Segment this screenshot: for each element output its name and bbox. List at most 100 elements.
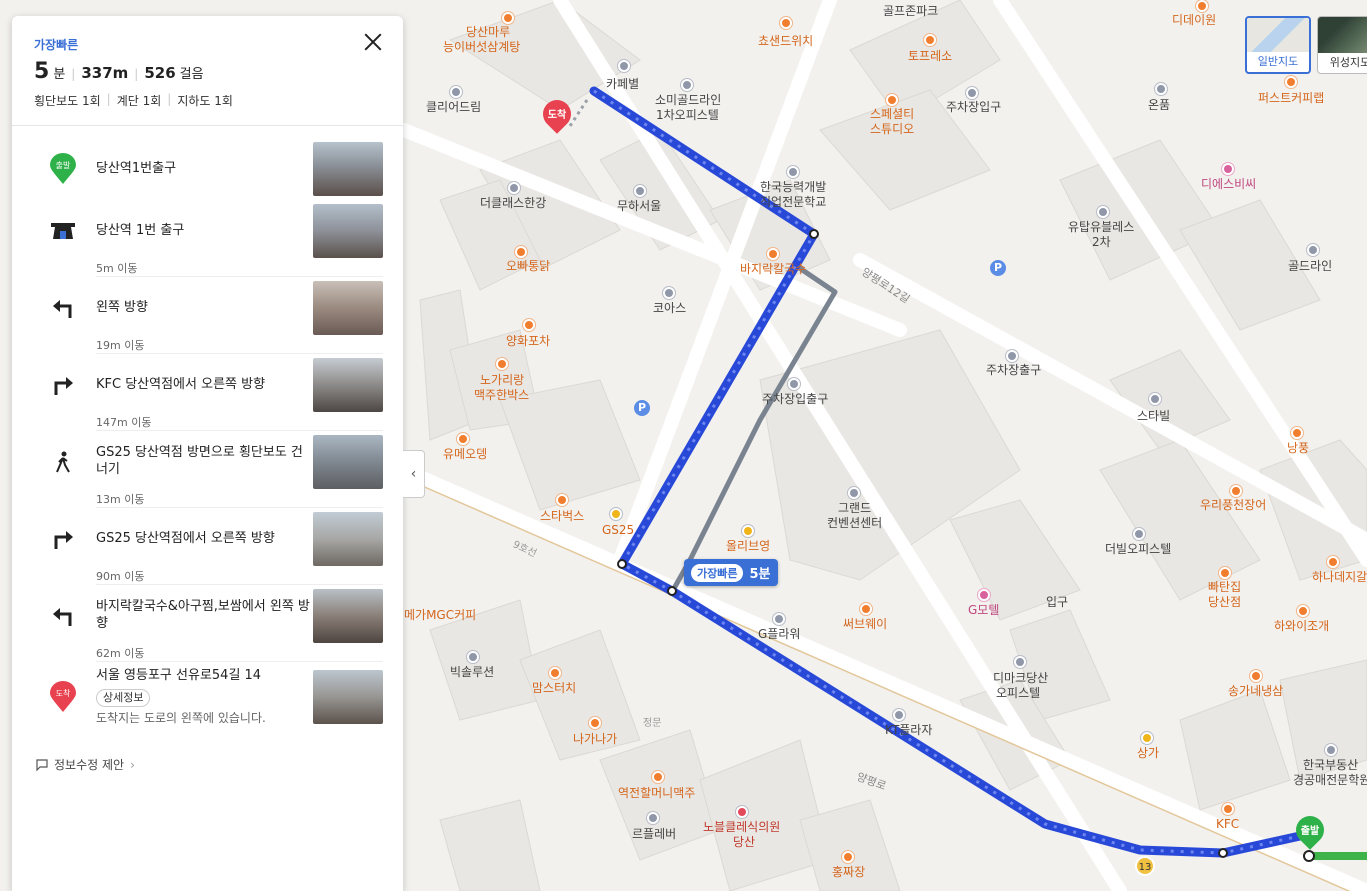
map-label[interactable]: 더클래스한강 xyxy=(480,196,546,211)
map-label[interactable]: 그랜드 xyxy=(838,501,871,516)
poi-icon[interactable] xyxy=(1155,83,1167,95)
map-label[interactable]: 디마크당산 xyxy=(993,671,1048,686)
poi-icon[interactable] xyxy=(1097,206,1109,218)
step-item[interactable]: 왼쪽 방향 xyxy=(52,277,383,339)
map-label[interactable]: 역전할머니맥주 xyxy=(618,786,695,801)
map-label[interactable]: 바지락칼국수 xyxy=(740,262,806,277)
map-label[interactable]: 한국부동산 xyxy=(1303,758,1358,773)
poi-icon[interactable] xyxy=(457,433,469,445)
parking-icon[interactable]: P xyxy=(990,260,1006,276)
map-type-satellite-button[interactable]: 위성지도 xyxy=(1317,16,1367,74)
street-view-thumbnail[interactable] xyxy=(313,512,383,566)
map-label[interactable]: 빅솔루션 xyxy=(450,665,494,680)
poi-icon[interactable] xyxy=(1219,567,1231,579)
poi-icon[interactable] xyxy=(681,79,693,91)
map-label[interactable]: 주차장입출구 xyxy=(762,392,828,407)
map-label[interactable]: 온품 xyxy=(1148,98,1170,113)
route-time-badge[interactable]: 가장빠른 5분 xyxy=(684,559,778,586)
poi-icon[interactable] xyxy=(1133,528,1145,540)
map-label[interactable]: 쵸샌드위치 xyxy=(758,34,813,49)
street-view-thumbnail[interactable] xyxy=(313,142,383,196)
poi-icon[interactable] xyxy=(502,12,514,24)
poi-icon[interactable] xyxy=(1307,244,1319,256)
poi-icon[interactable] xyxy=(1014,656,1026,668)
street-view-thumbnail[interactable] xyxy=(313,670,383,724)
poi-icon[interactable] xyxy=(780,17,792,29)
poi-icon[interactable] xyxy=(618,60,630,72)
map-label[interactable]: 홍짜장 xyxy=(832,865,865,880)
detail-info-button[interactable]: 상세정보 xyxy=(96,688,151,707)
map-label[interactable]: G플라워 xyxy=(758,627,800,642)
poi-icon[interactable] xyxy=(788,378,800,390)
map-label[interactable]: 스타벅스 xyxy=(540,509,584,524)
poi-icon[interactable] xyxy=(663,287,675,299)
collapse-panel-button[interactable]: ‹ xyxy=(403,450,425,498)
parking-icon[interactable]: P xyxy=(634,400,650,416)
map-label[interactable]: 우리풍천장어 xyxy=(1200,498,1266,513)
map-label[interactable]: 입구 xyxy=(1046,595,1068,610)
map-label[interactable]: 퍼스트커피랩 xyxy=(1258,91,1324,106)
suggest-edit-link[interactable]: 정보수정 제안 › xyxy=(36,756,135,773)
map-label[interactable]: 클리어드림 xyxy=(426,100,481,115)
poi-icon[interactable] xyxy=(1291,427,1303,439)
map-label[interactable]: 오피스텔 xyxy=(996,686,1040,701)
poi-icon[interactable] xyxy=(1196,0,1208,12)
map-label[interactable]: 맥주한박스 xyxy=(474,388,529,403)
map-label[interactable]: 빠탄집 xyxy=(1208,580,1241,595)
poi-icon[interactable] xyxy=(767,248,779,260)
poi-icon[interactable] xyxy=(1250,670,1262,682)
poi-icon[interactable] xyxy=(450,86,462,98)
step-item[interactable]: KFC 당산역점에서 오른쪽 방향 xyxy=(52,354,383,416)
poi-icon[interactable] xyxy=(652,771,664,783)
map-label[interactable]: 더빌오피스텔 xyxy=(1105,542,1171,557)
close-button[interactable] xyxy=(361,30,385,54)
poi-icon[interactable] xyxy=(1285,76,1297,88)
map-label[interactable]: 스튜디오 xyxy=(870,122,914,137)
step-item[interactable]: GS25 당산역점에서 오른쪽 방향 xyxy=(52,508,383,570)
step-item[interactable]: 출발 당산역1번출구 xyxy=(50,138,383,200)
poi-icon[interactable] xyxy=(508,182,520,194)
poi-icon[interactable] xyxy=(647,812,659,824)
poi-icon[interactable] xyxy=(848,487,860,499)
street-view-thumbnail[interactable] xyxy=(313,281,383,335)
map-label[interactable]: 노블클레식의원 xyxy=(703,820,780,835)
map-label[interactable]: 오빠통닭 xyxy=(506,259,550,274)
poi-icon[interactable] xyxy=(589,717,601,729)
street-view-thumbnail[interactable] xyxy=(313,358,383,412)
map-label[interactable]: 한국능력개발 xyxy=(760,180,826,195)
map-label[interactable]: 맘스터치 xyxy=(532,681,576,696)
map-label[interactable]: 주차장출구 xyxy=(986,363,1041,378)
map-label[interactable]: 낭풍 xyxy=(1287,441,1309,456)
poi-icon[interactable] xyxy=(496,358,508,370)
map-label[interactable]: 골프존파크 xyxy=(883,4,938,19)
map-label[interactable]: KFC xyxy=(1216,817,1239,832)
map-label[interactable]: 하와이조개 xyxy=(1274,619,1329,634)
map-label[interactable]: 컨벤션센터 xyxy=(827,516,882,531)
map-label[interactable]: 2차 xyxy=(1092,235,1111,250)
map-label[interactable]: 디데이원 xyxy=(1172,13,1216,28)
step-item[interactable]: 바지락칼국수&아구찜,보쌈에서 왼쪽 방향 xyxy=(52,585,383,647)
map-label[interactable]: 메가MGC커피 xyxy=(404,608,476,623)
poi-icon[interactable] xyxy=(1297,605,1309,617)
map-label[interactable]: 직업전문학교 xyxy=(760,195,826,210)
map-label[interactable]: 송가네냉삼 xyxy=(1228,684,1283,699)
poi-icon[interactable] xyxy=(1141,732,1153,744)
poi-icon[interactable] xyxy=(634,185,646,197)
poi-icon[interactable] xyxy=(893,709,905,721)
map-label[interactable]: 당산점 xyxy=(1208,595,1241,610)
map-label[interactable]: 소미골드라인 xyxy=(655,93,721,108)
poi-icon[interactable] xyxy=(886,94,898,106)
poi-icon[interactable] xyxy=(1327,556,1339,568)
map-label[interactable]: 써브웨이 xyxy=(843,617,887,632)
map-label[interactable]: 당산마루 xyxy=(466,25,510,40)
map-label[interactable]: 능이버섯삼계탕 xyxy=(443,40,520,55)
poi-icon[interactable] xyxy=(1222,803,1234,815)
map-label[interactable]: 골드라인 xyxy=(1288,259,1332,274)
poi-icon[interactable] xyxy=(1325,744,1337,756)
map-label[interactable]: 주차장입구 xyxy=(946,100,1001,115)
street-view-thumbnail[interactable] xyxy=(313,204,383,258)
map-label[interactable]: 노가리랑 xyxy=(480,373,524,388)
poi-icon[interactable] xyxy=(842,851,854,863)
poi-icon[interactable] xyxy=(924,34,936,46)
poi-icon[interactable] xyxy=(549,667,561,679)
